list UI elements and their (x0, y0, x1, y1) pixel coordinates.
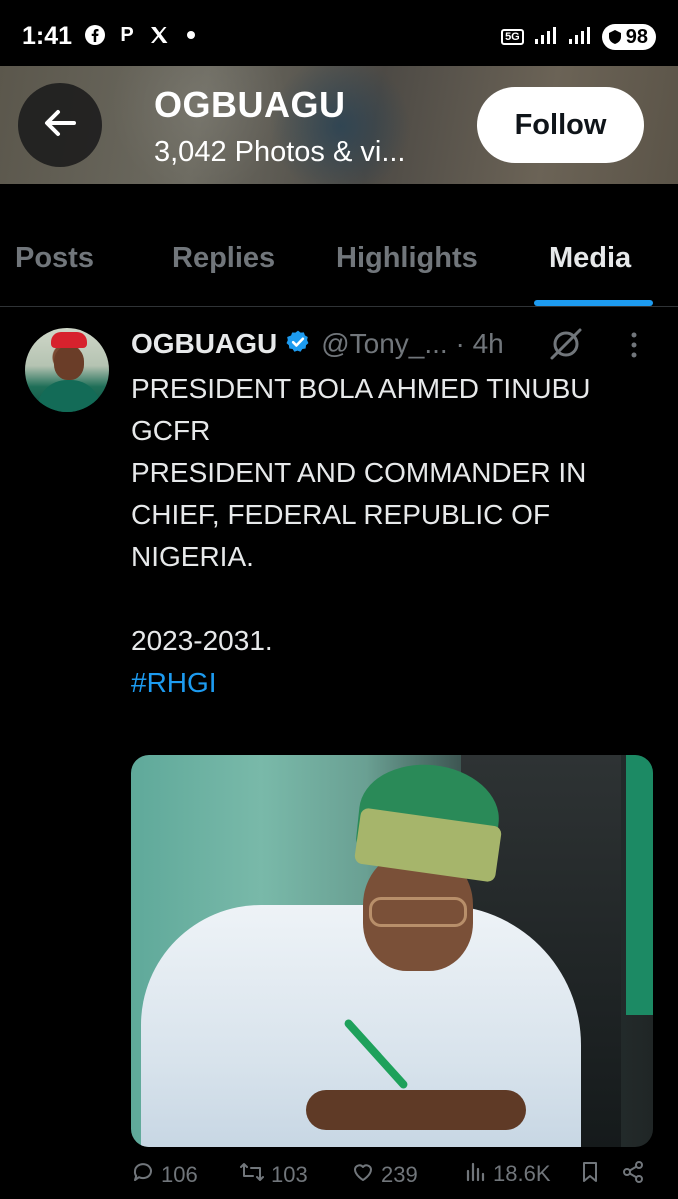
profile-tabs: Posts Replies Highlights Media (0, 214, 678, 307)
tab-posts[interactable]: Posts (15, 242, 94, 275)
system-icons: 5G 98 (501, 24, 656, 50)
status-time: 1:41 (22, 22, 73, 50)
repost-button[interactable]: 103 (239, 1160, 308, 1190)
reply-icon (131, 1160, 155, 1190)
hashtag-link[interactable]: #RHGI (131, 667, 217, 698)
repost-count: 103 (271, 1162, 308, 1187)
post-header: OGBUAGU @Tony_... · 4h (131, 324, 504, 364)
follow-button[interactable]: Follow (477, 87, 644, 163)
post-text: PRESIDENT BOLA AHMED TINUBU GCFR PRESIDE… (131, 373, 591, 656)
reply-button[interactable]: 106 (131, 1160, 198, 1190)
avatar[interactable] (25, 328, 109, 412)
verified-badge-icon (277, 329, 311, 360)
reply-count: 106 (161, 1162, 198, 1187)
views-icon (465, 1160, 487, 1188)
back-button[interactable] (18, 83, 102, 167)
repost-icon (239, 1160, 265, 1190)
post-author[interactable]: OGBUAGU (131, 328, 277, 360)
share-icon (621, 1160, 645, 1190)
post-actions: 106 103 239 18.6K (131, 1160, 651, 1196)
tab-media[interactable]: Media (549, 242, 631, 275)
views-button[interactable]: 18.6K (465, 1160, 551, 1188)
facebook-icon (84, 24, 106, 46)
like-button[interactable]: 239 (351, 1160, 418, 1190)
share-button[interactable] (621, 1160, 645, 1190)
profile-name: OGBUAGU (154, 84, 346, 125)
tab-highlights[interactable]: Highlights (336, 242, 478, 275)
media-count: 3,042 Photos & vi... (154, 136, 406, 168)
battery-level: 98 (625, 25, 648, 48)
5g-icon: 5G (501, 29, 524, 45)
profile-header: OGBUAGU 3,042 Photos & vi... Follow (0, 66, 678, 184)
arrow-left-icon (40, 103, 80, 148)
x-icon (148, 24, 170, 46)
signal-icon (534, 25, 558, 50)
p-icon: P (120, 23, 134, 46)
post-handle-time[interactable]: @Tony_... · 4h (321, 328, 504, 360)
like-count: 239 (381, 1162, 418, 1187)
status-bar: 1:41 P 5G 98 (0, 0, 678, 66)
post-image[interactable] (131, 755, 653, 1147)
tab-replies[interactable]: Replies (172, 242, 275, 275)
post-body: PRESIDENT BOLA AHMED TINUBU GCFR PRESIDE… (131, 368, 661, 704)
bookmark-icon (579, 1160, 601, 1190)
view-count: 18.6K (493, 1161, 551, 1186)
heart-icon (351, 1160, 375, 1190)
more-options-icon[interactable] (628, 331, 640, 366)
signal-icon (568, 25, 592, 50)
notification-icons: P (84, 24, 202, 46)
active-tab-indicator (534, 300, 653, 306)
grok-icon[interactable] (548, 326, 584, 367)
header-divider (0, 184, 678, 214)
battery-icon: 98 (601, 24, 656, 50)
dot-icon (180, 24, 202, 46)
bookmark-button[interactable] (579, 1160, 601, 1190)
